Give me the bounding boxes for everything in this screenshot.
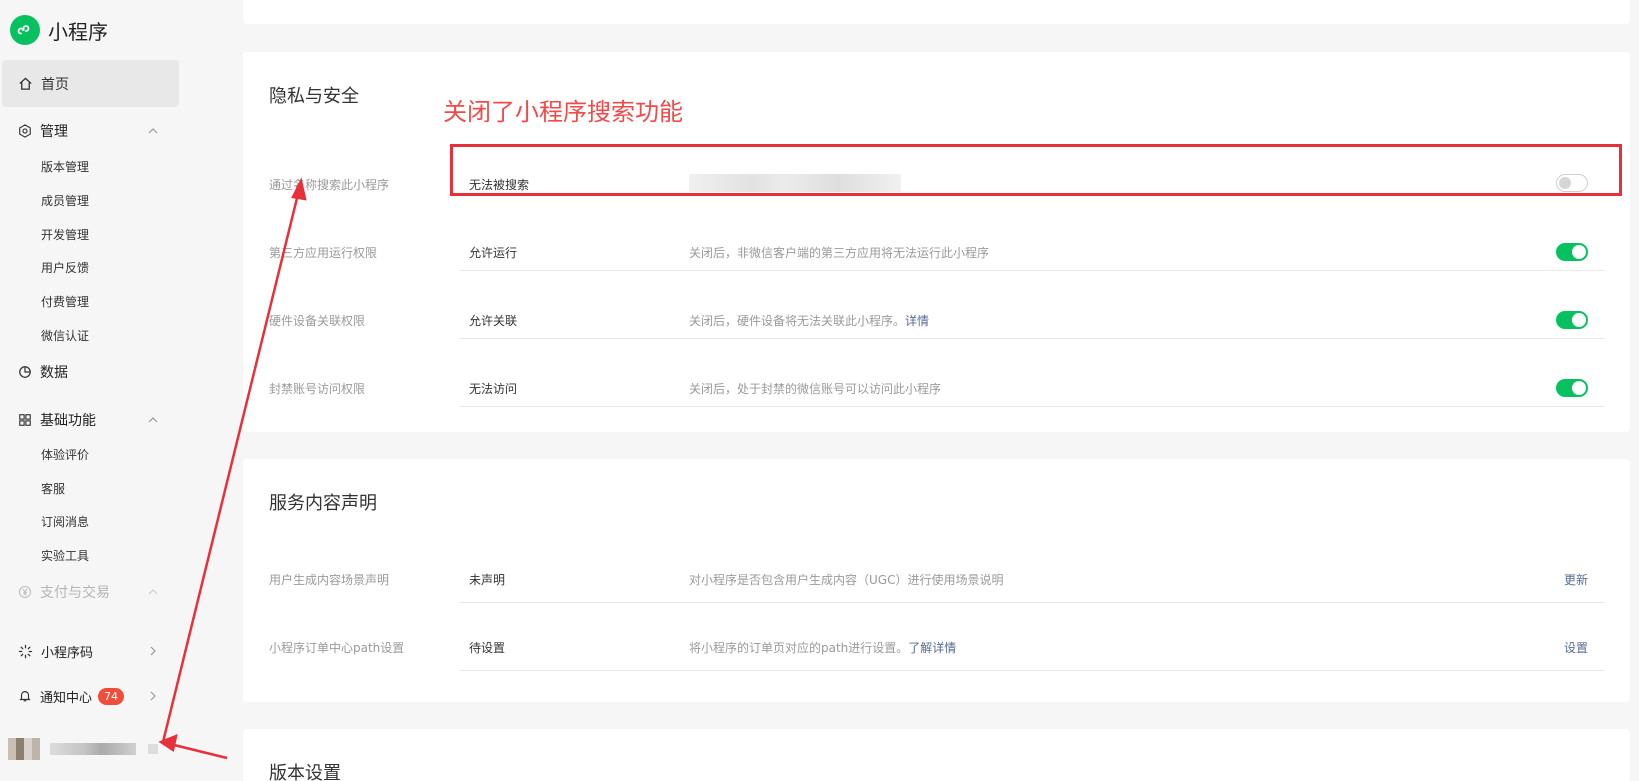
arrow-head-up (291, 177, 307, 201)
annotation-arrow-left (169, 742, 228, 760)
annotation-arrows (158, 177, 307, 760)
annotation-arrow-up (161, 189, 301, 743)
